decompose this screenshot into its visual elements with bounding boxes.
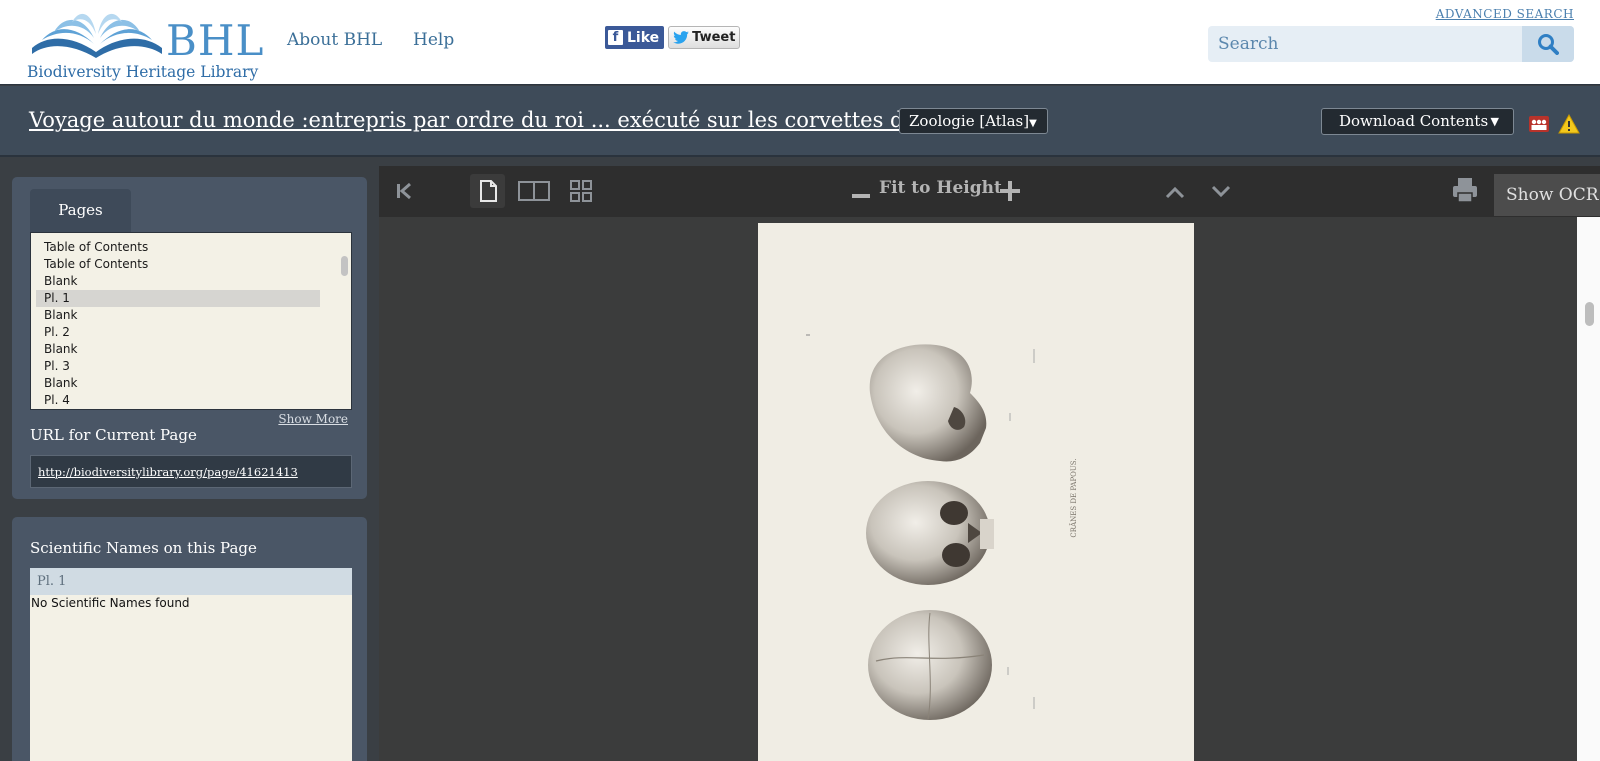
print-icon[interactable] xyxy=(1451,176,1479,208)
site-header: BHL Biodiversity Heritage Library About … xyxy=(0,0,1600,85)
page-list-item[interactable]: Blank xyxy=(36,341,320,358)
current-page-url-link[interactable]: http://biodiversitylibrary.org/page/4162… xyxy=(38,465,298,479)
url-current-page-label: URL for Current Page xyxy=(30,426,197,444)
logo-bhl-text: BHL xyxy=(166,16,265,65)
no-names-message: No Scientific Names found xyxy=(31,596,190,610)
facebook-like-button[interactable]: f Like xyxy=(605,26,665,49)
nav-help[interactable]: Help xyxy=(413,30,454,50)
book-title-bar: Voyage autour du monde :entrepris par or… xyxy=(0,86,1600,157)
download-contents-label: Download Contents xyxy=(1339,112,1489,130)
previous-page-icon[interactable] xyxy=(1165,184,1185,203)
show-more-link[interactable]: Show More xyxy=(278,412,348,426)
page-list-item[interactable]: Table of Contents xyxy=(36,256,320,273)
names-page-label: Pl. 1 xyxy=(30,568,352,595)
viewer-scrollbar[interactable] xyxy=(1577,217,1600,761)
book-title-link[interactable]: Voyage autour du monde :entrepris par or… xyxy=(29,108,970,132)
single-page-view-icon[interactable] xyxy=(478,180,498,206)
volume-select[interactable]: Zoologie [Atlas]▼ xyxy=(899,108,1048,134)
tweet-button[interactable]: Tweet xyxy=(668,26,741,49)
next-page-icon[interactable] xyxy=(1211,184,1231,203)
bhl-logo[interactable]: BHL Biodiversity Heritage Library xyxy=(26,8,263,82)
like-label: Like xyxy=(627,29,660,46)
page-list-item[interactable]: Table of Contents xyxy=(36,239,320,256)
chevron-down-icon: ▼ xyxy=(1490,115,1499,128)
page-list-item[interactable]: Blank xyxy=(36,273,320,290)
viewer-scroll-thumb[interactable] xyxy=(1585,302,1594,326)
book-logo-icon xyxy=(32,13,162,58)
pages-list-scrollbar[interactable] xyxy=(337,233,351,409)
scientific-names-panel: Scientific Names on this Page Pl. 1 No S… xyxy=(12,517,367,761)
scientific-names-title: Scientific Names on this Page xyxy=(30,539,257,557)
tweet-label: Tweet xyxy=(692,30,736,45)
chevron-down-icon: ▼ xyxy=(1029,118,1037,129)
two-page-view-icon[interactable] xyxy=(518,180,550,206)
warning-icon[interactable] xyxy=(1558,113,1580,134)
page-list-item[interactable]: Pl. 1 xyxy=(36,290,320,307)
skulls-plate-illustration: CRÂNES DE PAPOUS. xyxy=(806,334,1078,720)
advanced-search-link[interactable]: ADVANCED SEARCH xyxy=(1436,7,1574,21)
search-icon xyxy=(1538,34,1559,55)
pages-list-inner: Table of Contents Table of Contents Blank P… xyxy=(31,233,351,409)
pages-list[interactable]: Table of Contents Table of Contents Blank P… xyxy=(30,232,352,410)
search-input[interactable] xyxy=(1208,26,1522,62)
page-list-item[interactable]: Pl. 4 xyxy=(36,392,320,409)
page-list-item[interactable]: Blank xyxy=(36,307,320,324)
pages-list-scroll-thumb[interactable] xyxy=(341,256,348,276)
first-page-icon[interactable] xyxy=(395,181,413,205)
twitter-bird-icon xyxy=(673,31,689,44)
volume-select-value: Zoologie [Atlas] xyxy=(909,112,1030,130)
facebook-icon: f xyxy=(608,30,623,45)
logo-subtitle: Biodiversity Heritage Library xyxy=(27,63,259,81)
people-icon[interactable] xyxy=(1528,114,1550,134)
social-buttons: f Like Tweet xyxy=(605,26,741,49)
search-button[interactable] xyxy=(1522,26,1574,62)
page-list-item[interactable]: Pl. 3 xyxy=(36,358,320,375)
url-box: http://biodiversitylibrary.org/page/4162… xyxy=(30,455,352,488)
download-contents-button[interactable]: Download Contents ▼ xyxy=(1321,108,1514,135)
thumbnail-grid-icon[interactable] xyxy=(570,180,592,206)
tab-pages[interactable]: Pages xyxy=(30,189,131,232)
nav-about-bhl[interactable]: About BHL xyxy=(287,30,382,50)
scientific-names-box: Pl. 1 No Scientific Names found xyxy=(30,568,352,761)
show-ocr-button[interactable]: Show OCR xyxy=(1494,174,1600,216)
search-box xyxy=(1208,26,1574,62)
page-list-item[interactable]: Pl. 2 xyxy=(36,324,320,341)
zoom-out-icon[interactable] xyxy=(852,186,870,205)
zoom-in-icon[interactable] xyxy=(1000,181,1020,205)
zoom-level-label[interactable]: Fit to Height xyxy=(879,178,1002,198)
page-list-item[interactable]: Blank xyxy=(36,375,320,392)
scanned-page-image: CRÂNES DE PAPOUS. xyxy=(758,223,1194,761)
plate-caption: CRÂNES DE PAPOUS. xyxy=(1069,458,1078,537)
pages-panel: Pages Table of Contents Table of Contents… xyxy=(12,177,367,499)
